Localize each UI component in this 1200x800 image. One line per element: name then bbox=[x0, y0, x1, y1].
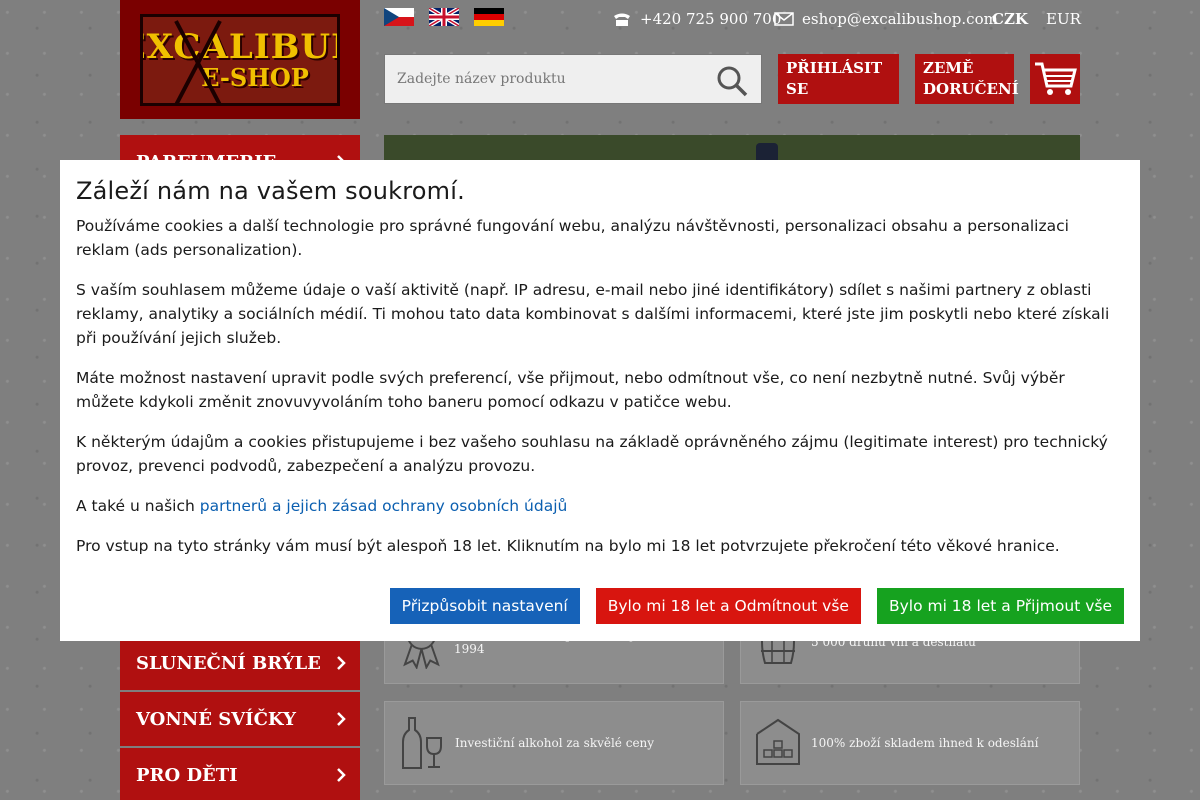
dialog-paragraph-legitimate-interest: K některým údajům a cookies přistupujeme… bbox=[76, 433, 1108, 475]
chevron-right-icon bbox=[337, 712, 346, 726]
dialog-paragraph-age: Pro vstup na tyto stránky vám musí být a… bbox=[76, 537, 1060, 555]
chevron-right-icon bbox=[337, 768, 346, 782]
site-logo[interactable]: EXCALIBUR E-SHOP bbox=[120, 0, 360, 119]
bottle-glass-icon bbox=[402, 717, 442, 769]
accept-all-button[interactable]: Bylo mi 18 let a Přijmout vše bbox=[876, 588, 1124, 624]
page-background: EXCALIBUR E-SHOP +420 725 900 700 eshop@… bbox=[0, 0, 1200, 800]
shopping-cart-icon bbox=[1035, 62, 1077, 95]
sidebar-item-vonne-svicky[interactable]: VONNÉ SVÍČKY bbox=[120, 692, 360, 746]
dialog-actions: Přizpůsobit nastavení Bylo mi 18 let a O… bbox=[389, 588, 1124, 624]
currency-czk[interactable]: CZK bbox=[992, 10, 1028, 28]
search-icon[interactable] bbox=[715, 64, 749, 98]
sidebar-item-label: SLUNEČNÍ BRÝLE bbox=[136, 652, 321, 674]
feature-text: 100% zboží skladem ihned k odeslání bbox=[811, 736, 1039, 750]
dialog-paragraph-partners: A také u našich partnerů a jejich zásad … bbox=[76, 494, 1124, 518]
dialog-title: Záleží nám na vašem soukromí. bbox=[76, 177, 465, 205]
feature-stock: 100% zboží skladem ihned k odeslání bbox=[740, 701, 1080, 785]
sidebar-item-label: PRO DĚTI bbox=[136, 764, 238, 786]
partners-prefix: A také u našich bbox=[76, 497, 200, 515]
email-address: eshop@excalibushop.com bbox=[802, 10, 998, 28]
chevron-right-icon bbox=[337, 656, 346, 670]
warehouse-icon bbox=[756, 718, 800, 765]
delivery-country-label-2: DORUČENÍ bbox=[923, 80, 1019, 98]
german-flag-icon[interactable] bbox=[474, 8, 504, 26]
czech-flag-icon[interactable] bbox=[384, 8, 414, 26]
privacy-consent-dialog: Záleží nám na vašem soukromí. Používáme … bbox=[60, 160, 1140, 641]
uk-flag-icon[interactable] bbox=[429, 8, 459, 26]
cart-button[interactable] bbox=[1030, 54, 1080, 104]
crossed-swords-icon bbox=[174, 19, 222, 103]
phone-icon bbox=[614, 13, 630, 26]
envelope-icon bbox=[774, 12, 794, 26]
dialog-paragraph-sharing: S vaším souhlasem můžeme údaje o vaší ak… bbox=[76, 281, 1110, 347]
feature-investment: Investiční alkohol za skvělé ceny bbox=[384, 701, 724, 785]
reject-all-button[interactable]: Bylo mi 18 let a Odmítnout vše bbox=[595, 588, 861, 624]
currency-eur[interactable]: EUR bbox=[1046, 10, 1081, 28]
phone-contact[interactable]: +420 725 900 700 bbox=[612, 10, 781, 28]
sidebar-item-label: VONNÉ SVÍČKY bbox=[136, 708, 296, 730]
search-input[interactable] bbox=[385, 55, 705, 103]
customize-settings-button[interactable]: Přizpůsobit nastavení bbox=[389, 588, 580, 624]
delivery-country-label-1: ZEMĚ bbox=[923, 59, 974, 77]
dialog-paragraph-preferences: Máte možnost nastavení upravit podle svý… bbox=[76, 369, 1065, 411]
sidebar-item-pro-deti[interactable]: PRO DĚTI bbox=[120, 748, 360, 800]
phone-number: +420 725 900 700 bbox=[640, 10, 782, 28]
dialog-paragraph-cookies: Používáme cookies a další technologie pr… bbox=[76, 217, 1069, 259]
logo-emblem: EXCALIBUR E-SHOP bbox=[140, 13, 340, 106]
feature-text: Investiční alkohol za skvělé ceny bbox=[455, 736, 655, 750]
delivery-country-button[interactable]: ZEMĚ DORUČENÍ bbox=[915, 54, 1019, 104]
sidebar-item-slunecni-bryle[interactable]: SLUNEČNÍ BRÝLE bbox=[120, 636, 360, 690]
search-box bbox=[384, 54, 762, 104]
login-button[interactable]: PŘIHLÁSIT SE bbox=[778, 54, 899, 104]
email-contact[interactable]: eshop@excalibushop.com bbox=[774, 10, 998, 28]
partners-privacy-link[interactable]: partnerů a jejich zásad ochrany osobních… bbox=[200, 497, 568, 515]
